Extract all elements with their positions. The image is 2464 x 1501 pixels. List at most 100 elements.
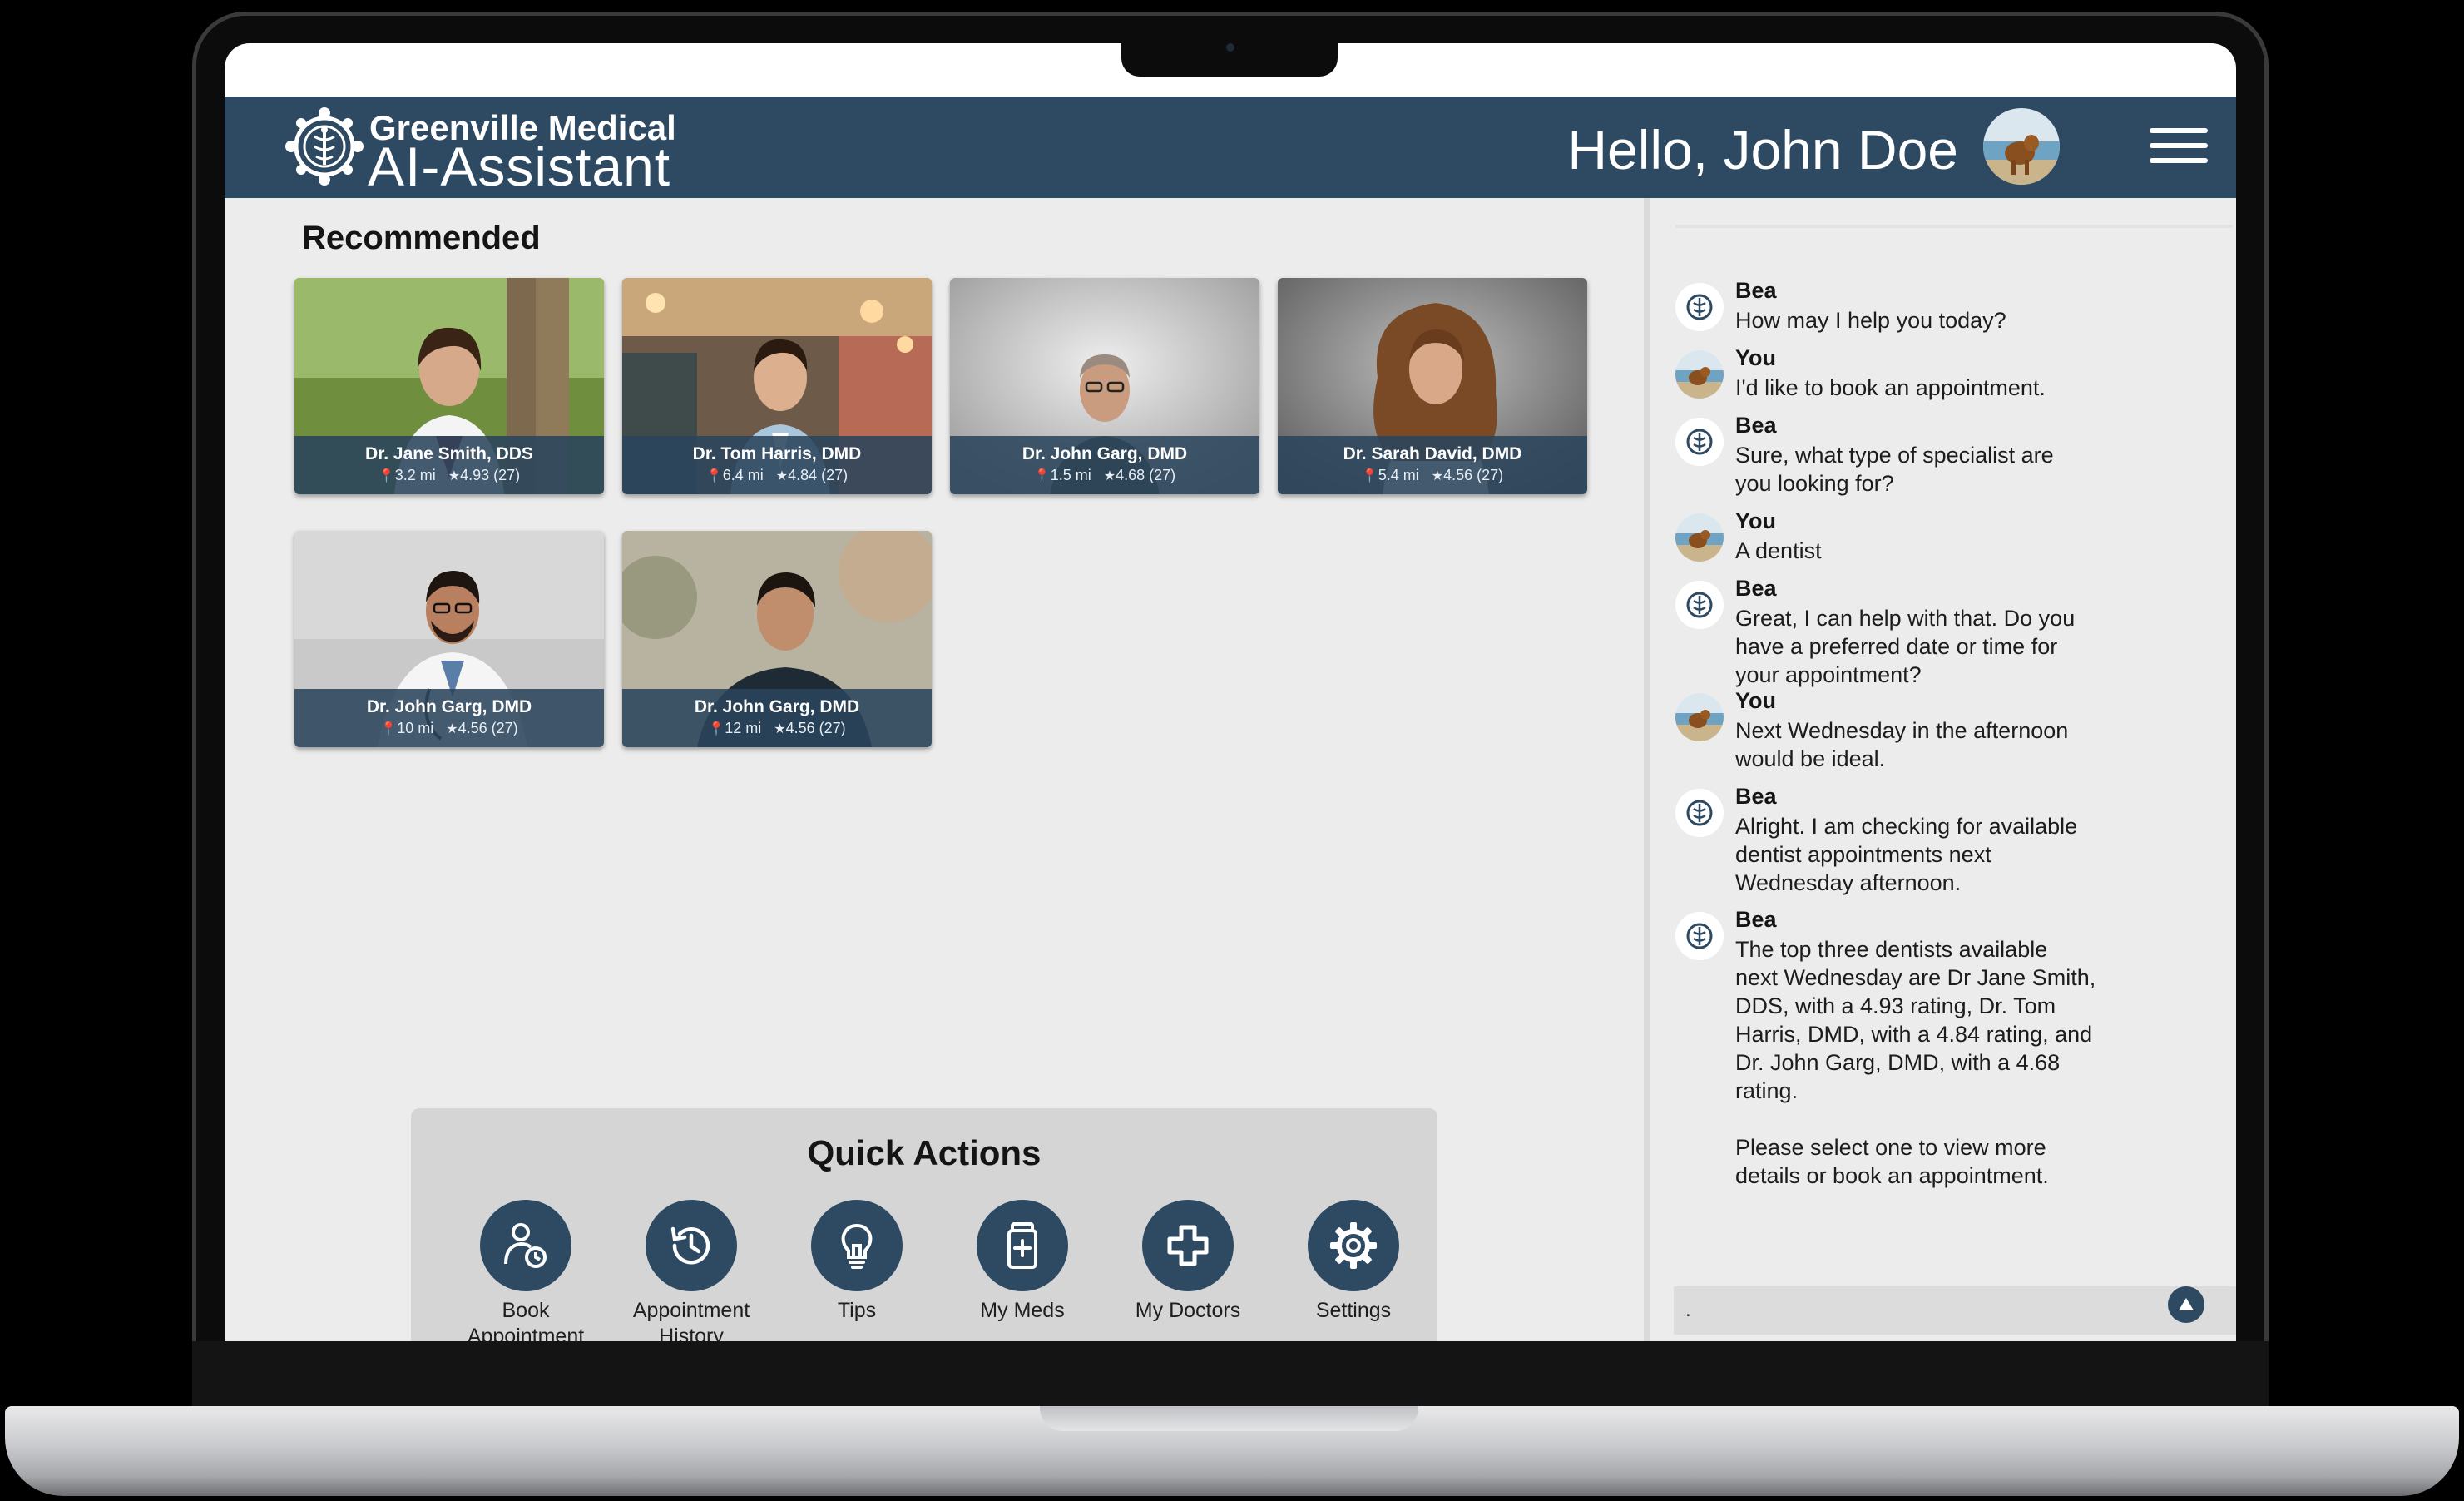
doctor-name: Dr. Jane Smith, DDS [365,444,533,463]
doctor-caption: Dr. John Garg, DMD 📍1.5 mi ★4.68 (27) [950,436,1259,494]
chat-text: Sure, what type of specialist are you lo… [1735,443,2054,496]
user-avatar-icon [1675,350,1724,399]
quick-action-label: Appointment History [632,1299,750,1341]
map-pin-icon: 📍 [380,722,398,736]
doctor-meta: 📍10 mi ★4.56 (27) [294,720,604,737]
book-appointment-icon [480,1200,571,1291]
laptop-bottom-bezel [192,1341,2269,1408]
doctor-rating: 4.93 (27) [460,467,521,483]
doctor-caption: Dr. Jane Smith, DDS 📍3.2 mi ★4.93 (27) [294,436,604,494]
chat-panel: Bea How may I help you today? You I'd like … [1650,198,2236,1341]
chat-sender: Bea [1735,576,1777,601]
chat-sender: Bea [1735,907,1777,932]
doctor-card[interactable]: Dr. Sarah David, DMD 📍5.4 mi ★4.56 (27) [1278,278,1587,494]
doctor-distance: 5.4 mi [1378,467,1419,483]
doctor-caption: Dr. John Garg, DMD 📍10 mi ★4.56 (27) [294,689,604,747]
laptop-opening-notch [1040,1406,1418,1431]
assistant-avatar-icon [1675,418,1724,466]
doctor-meta: 📍5.4 mi ★4.56 (27) [1278,467,1587,484]
screen: Greenville Medical AI-Assistant Hello, J… [225,43,2236,1341]
star-icon: ★ [775,469,789,483]
map-pin-icon: 📍 [1033,469,1051,483]
tips-button[interactable]: Tips [774,1200,940,1324]
chat-sender: You [1735,508,1776,533]
settings-button[interactable]: Settings [1270,1200,1437,1324]
chat-text: I'd like to book an appointment. [1735,375,2046,400]
lightbulb-icon [811,1200,903,1291]
app-header: Greenville Medical AI-Assistant Hello, J… [225,97,2236,198]
doctor-meta: 📍12 mi ★4.56 (27) [622,720,932,737]
doctor-rating: 4.68 (27) [1116,467,1176,483]
chat-text: The top three dentists available next We… [1735,937,2096,1188]
chat-sender: You [1735,345,1776,370]
star-icon: ★ [1431,469,1444,483]
doctor-distance: 3.2 mi [394,467,436,483]
star-icon: ★ [774,722,786,736]
my-meds-button[interactable]: My Meds [939,1200,1106,1324]
send-button[interactable] [2168,1286,2204,1323]
appointment-history-button[interactable]: Appointment History [608,1200,774,1341]
hamburger-menu-icon[interactable] [2150,128,2208,166]
camera-icon [1226,43,1234,52]
assistant-avatar-icon [1675,581,1724,629]
doctor-rating: 4.56 (27) [785,720,846,736]
medicine-bottle-icon [977,1200,1068,1291]
chat-text: How may I help you today? [1735,308,2006,333]
star-icon: ★ [446,722,458,736]
quick-actions-title: Quick Actions [807,1133,1042,1172]
assistant-avatar-icon [1675,912,1724,960]
recommended-title: Recommended [302,220,541,256]
doctor-card[interactable]: Dr. John Garg, DMD 📍10 mi ★4.56 (27) [294,531,604,747]
send-arrow-up-icon [2179,1298,2194,1310]
doctor-meta: 📍3.2 mi ★4.93 (27) [294,467,604,484]
chat-sender: Bea [1735,413,1777,438]
doctor-name: Dr. John Garg, DMD [694,697,860,716]
assistant-avatar-icon [1675,283,1724,331]
book-appointment-button[interactable]: Book Appointment [443,1200,609,1341]
doctor-caption: Dr. John Garg, DMD 📍12 mi ★4.56 (27) [622,689,932,747]
doctor-distance: 1.5 mi [1050,467,1091,483]
doctor-card[interactable]: Dr. Tom Harris, DMD 📍6.4 mi ★4.84 (27) [622,278,932,494]
chat-text: Alright. I am checking for available den… [1735,814,2078,895]
quick-action-label: My Doctors [1135,1299,1241,1322]
chat-sender: Bea [1735,278,1777,303]
history-icon [646,1200,737,1291]
chat-sender: You [1735,688,1776,713]
doctor-name: Dr. John Garg, DMD [366,697,532,716]
assistant-avatar-icon [1675,789,1724,837]
doctor-rating: 4.56 (27) [458,720,518,736]
my-doctors-button[interactable]: My Doctors [1105,1200,1271,1324]
doctor-meta: 📍1.5 mi ★4.68 (27) [950,467,1259,484]
doctor-caption: Dr. Sarah David, DMD 📍5.4 mi ★4.56 (27) [1278,436,1587,494]
chat-text: Great, I can help with that. Do you have… [1735,606,2076,687]
doctor-caption: Dr. Tom Harris, DMD 📍6.4 mi ★4.84 (27) [622,436,932,494]
medical-cross-icon [1142,1200,1234,1291]
doctor-card[interactable]: Dr. John Garg, DMD 📍12 mi ★4.56 (27) [622,531,932,747]
map-pin-icon: 📍 [1361,469,1378,483]
doctor-name: Dr. Sarah David, DMD [1343,444,1522,463]
doctor-name: Dr. Tom Harris, DMD [692,444,862,463]
gear-icon [1308,1200,1399,1291]
chat-input[interactable] [1674,1286,2236,1335]
quick-actions-panel: Quick Actions Book Appointment Appointme… [411,1108,1437,1341]
user-avatar-icon [1675,693,1724,741]
quick-action-label: Settings [1315,1299,1392,1322]
doctor-distance: 6.4 mi [722,467,764,483]
quick-action-label: My Meds [980,1299,1065,1322]
user-avatar[interactable] [1983,108,2060,185]
star-icon: ★ [448,469,461,483]
map-pin-icon: 📍 [378,469,395,483]
map-pin-icon: 📍 [705,469,723,483]
panel-divider [1644,198,1650,1341]
doctor-card[interactable]: Dr. Jane Smith, DDS 📍3.2 mi ★4.93 (27) [294,278,604,494]
chat-text: Next Wednesday in the afternoon would be… [1735,718,2069,771]
doctor-meta: 📍6.4 mi ★4.84 (27) [622,467,932,484]
user-greeting: Hello, John Doe [1567,119,1958,181]
chat-top-divider [1675,225,2233,228]
quick-action-label: Tips [837,1299,877,1322]
doctor-rating: 4.84 (27) [788,467,849,483]
doctor-card[interactable]: Dr. John Garg, DMD 📍1.5 mi ★4.68 (27) [950,278,1259,494]
main-panel: Recommended Dr. Jane Smith, DDS 📍3.2 mi … [225,198,1644,1341]
star-icon: ★ [1103,469,1116,483]
user-avatar-icon [1675,513,1724,562]
